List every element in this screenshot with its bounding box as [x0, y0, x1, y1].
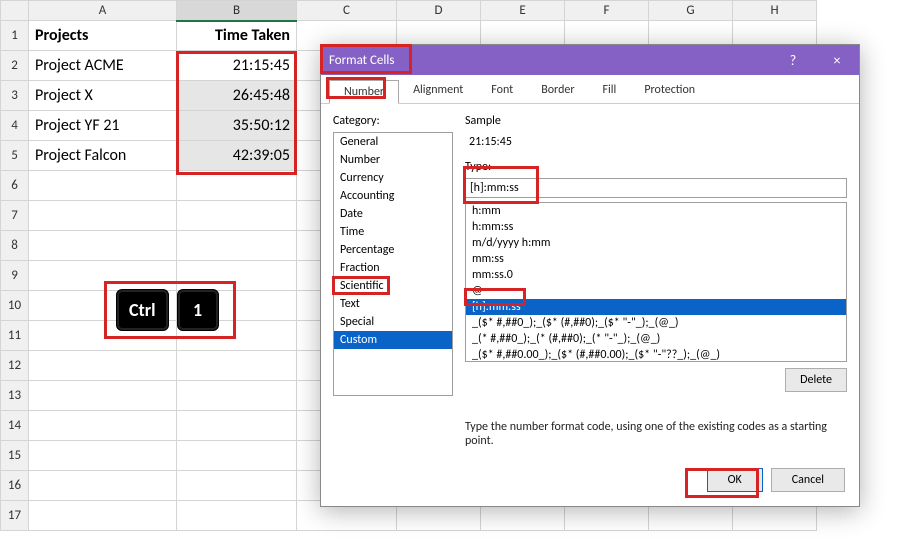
row-header-16[interactable]: 16 — [1, 471, 29, 501]
row-header-15[interactable]: 15 — [1, 441, 29, 471]
row-header-1[interactable]: 1 — [1, 21, 29, 51]
row-header-8[interactable]: 8 — [1, 231, 29, 261]
cell-B1[interactable]: Time Taken — [177, 21, 297, 51]
row-header-3[interactable]: 3 — [1, 81, 29, 111]
cell-A3[interactable]: Project X — [29, 81, 177, 111]
cell-B3[interactable]: 26:45:48 — [177, 81, 297, 111]
row-header-9[interactable]: 9 — [1, 261, 29, 291]
col-header-B[interactable]: B — [177, 1, 297, 21]
help-button[interactable]: ? — [771, 45, 815, 75]
category-listbox[interactable]: General Number Currency Accounting Date … — [333, 132, 453, 396]
row-header-14[interactable]: 14 — [1, 411, 29, 441]
tab-alignment[interactable]: Alignment — [399, 79, 477, 103]
sample-label: Sample — [465, 114, 847, 128]
format-item[interactable]: mm:ss — [466, 251, 846, 267]
category-item-accounting[interactable]: Accounting — [334, 187, 452, 205]
format-item[interactable]: _(* #,##0_);_(* (#,##0);_(* "-"_);_(@_) — [466, 331, 846, 347]
tab-fill[interactable]: Fill — [589, 79, 631, 103]
corner-cell[interactable] — [1, 1, 29, 21]
format-item[interactable]: _($* #,##0_);_($* (#,##0);_($* "-"_);_(@… — [466, 315, 846, 331]
row-header-12[interactable]: 12 — [1, 351, 29, 381]
category-item-text[interactable]: Text — [334, 295, 452, 313]
row-header-13[interactable]: 13 — [1, 381, 29, 411]
ok-button[interactable]: OK — [707, 468, 763, 492]
format-item[interactable]: @ — [466, 283, 846, 299]
category-item-general[interactable]: General — [334, 133, 452, 151]
dialog-title: Format Cells — [329, 53, 394, 68]
type-input[interactable] — [465, 178, 847, 198]
category-item-percentage[interactable]: Percentage — [334, 241, 452, 259]
cell-A4[interactable]: Project YF 21 — [29, 111, 177, 141]
hint-text: Type the number format code, using one o… — [465, 392, 847, 448]
type-label: Type: — [465, 160, 847, 174]
row-header-11[interactable]: 11 — [1, 321, 29, 351]
cell-A5[interactable]: Project Falcon — [29, 141, 177, 171]
format-cells-dialog: Format Cells ? × Number Alignment Font B… — [320, 44, 860, 507]
row-header-4[interactable]: 4 — [1, 111, 29, 141]
close-button[interactable]: × — [815, 45, 859, 75]
row-header-6[interactable]: 6 — [1, 171, 29, 201]
row-header-5[interactable]: 5 — [1, 141, 29, 171]
col-header-H[interactable]: H — [733, 1, 817, 21]
keycap-ctrl: Ctrl — [116, 289, 169, 331]
cell-B4[interactable]: 35:50:12 — [177, 111, 297, 141]
col-header-F[interactable]: F — [565, 1, 649, 21]
keycap-1: 1 — [177, 289, 219, 331]
row-header-2[interactable]: 2 — [1, 51, 29, 81]
format-listbox[interactable]: h:mm h:mm:ss m/d/yyyy h:mm mm:ss mm:ss.0… — [465, 202, 847, 362]
dialog-titlebar[interactable]: Format Cells ? × — [321, 45, 859, 75]
close-icon: × — [834, 52, 841, 69]
format-item-selected[interactable]: [h]:mm:ss — [466, 299, 846, 315]
tab-font[interactable]: Font — [477, 79, 527, 103]
category-item-special[interactable]: Special — [334, 313, 452, 331]
dialog-tabs: Number Alignment Font Border Fill Protec… — [321, 75, 859, 104]
category-item-scientific[interactable]: Scientific — [334, 277, 452, 295]
format-item[interactable]: h:mm — [466, 203, 846, 219]
tab-protection[interactable]: Protection — [630, 79, 709, 103]
cell-A2[interactable]: Project ACME — [29, 51, 177, 81]
cell-A1[interactable]: Projects — [29, 21, 177, 51]
tab-border[interactable]: Border — [527, 79, 588, 103]
format-item[interactable]: _($* #,##0.00_);_($* (#,##0.00);_($* "-"… — [466, 347, 846, 362]
format-item[interactable]: h:mm:ss — [466, 219, 846, 235]
col-header-E[interactable]: E — [481, 1, 565, 21]
category-item-number[interactable]: Number — [334, 151, 452, 169]
cell-B5[interactable]: 42:39:05 — [177, 141, 297, 171]
sample-value: 21:15:45 — [465, 132, 847, 152]
category-label: Category: — [333, 114, 453, 128]
category-item-date[interactable]: Date — [334, 205, 452, 223]
category-item-currency[interactable]: Currency — [334, 169, 452, 187]
col-header-A[interactable]: A — [29, 1, 177, 21]
category-item-time[interactable]: Time — [334, 223, 452, 241]
delete-button[interactable]: Delete — [785, 368, 847, 392]
cancel-button[interactable]: Cancel — [771, 468, 845, 492]
col-header-D[interactable]: D — [397, 1, 481, 21]
format-item[interactable]: m/d/yyyy h:mm — [466, 235, 846, 251]
row-header-7[interactable]: 7 — [1, 201, 29, 231]
format-item[interactable]: mm:ss.0 — [466, 267, 846, 283]
row-header-10[interactable]: 10 — [1, 291, 29, 321]
category-item-custom[interactable]: Custom — [334, 331, 452, 349]
col-header-G[interactable]: G — [649, 1, 733, 21]
category-item-fraction[interactable]: Fraction — [334, 259, 452, 277]
cell-B2[interactable]: 21:15:45 — [177, 51, 297, 81]
row-header-17[interactable]: 17 — [1, 501, 29, 531]
col-header-C[interactable]: C — [297, 1, 397, 21]
tab-number[interactable]: Number — [329, 80, 399, 104]
